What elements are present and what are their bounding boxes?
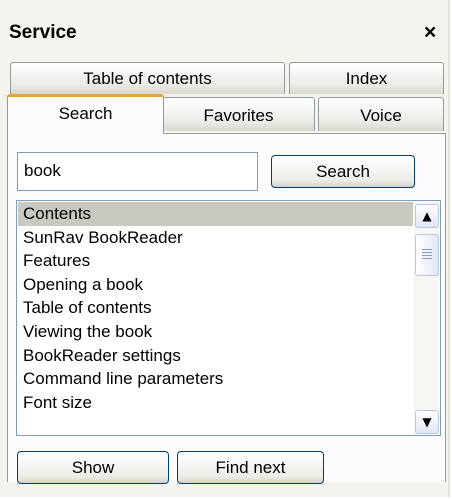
list-item[interactable]: Command line parameters <box>18 367 413 391</box>
tab-table-of-contents[interactable]: Table of contents <box>10 62 285 94</box>
tab-voice[interactable]: Voice <box>318 97 444 131</box>
search-button[interactable]: Search <box>271 155 415 188</box>
list-item[interactable]: Table of contents <box>18 296 413 320</box>
tab-search[interactable]: Search <box>7 94 164 134</box>
list-item[interactable]: Font size <box>18 391 413 415</box>
panel-title: Service <box>9 22 77 43</box>
scrollbar-thumb[interactable] <box>415 234 439 276</box>
list-item[interactable]: SunRav BookReader <box>18 226 413 250</box>
tab-favorites[interactable]: Favorites <box>162 97 315 131</box>
grip-lines-icon <box>422 249 432 261</box>
list-item[interactable]: Opening a book <box>18 273 413 297</box>
service-panel: Service × Table of contents Index Search… <box>0 0 450 497</box>
chevron-down-icon[interactable]: ▼ <box>415 410 439 434</box>
close-icon[interactable]: × <box>424 20 436 46</box>
show-button[interactable]: Show <box>17 451 169 484</box>
list-item[interactable]: BookReader settings <box>18 344 413 368</box>
results-list[interactable]: Contents SunRav BookReader Features Opening… <box>16 200 441 436</box>
vertical-scrollbar[interactable]: ▲ ▼ <box>414 202 439 434</box>
tab-index[interactable]: Index <box>289 62 444 94</box>
search-input[interactable]: book <box>17 152 258 191</box>
list-item[interactable]: Contents <box>18 202 413 226</box>
find-next-button[interactable]: Find next <box>177 451 324 484</box>
results-items: Contents SunRav BookReader Features Opening… <box>18 202 413 414</box>
list-item[interactable]: Viewing the book <box>18 320 413 344</box>
chevron-up-icon[interactable]: ▲ <box>415 204 439 228</box>
list-item[interactable]: Features <box>18 249 413 273</box>
